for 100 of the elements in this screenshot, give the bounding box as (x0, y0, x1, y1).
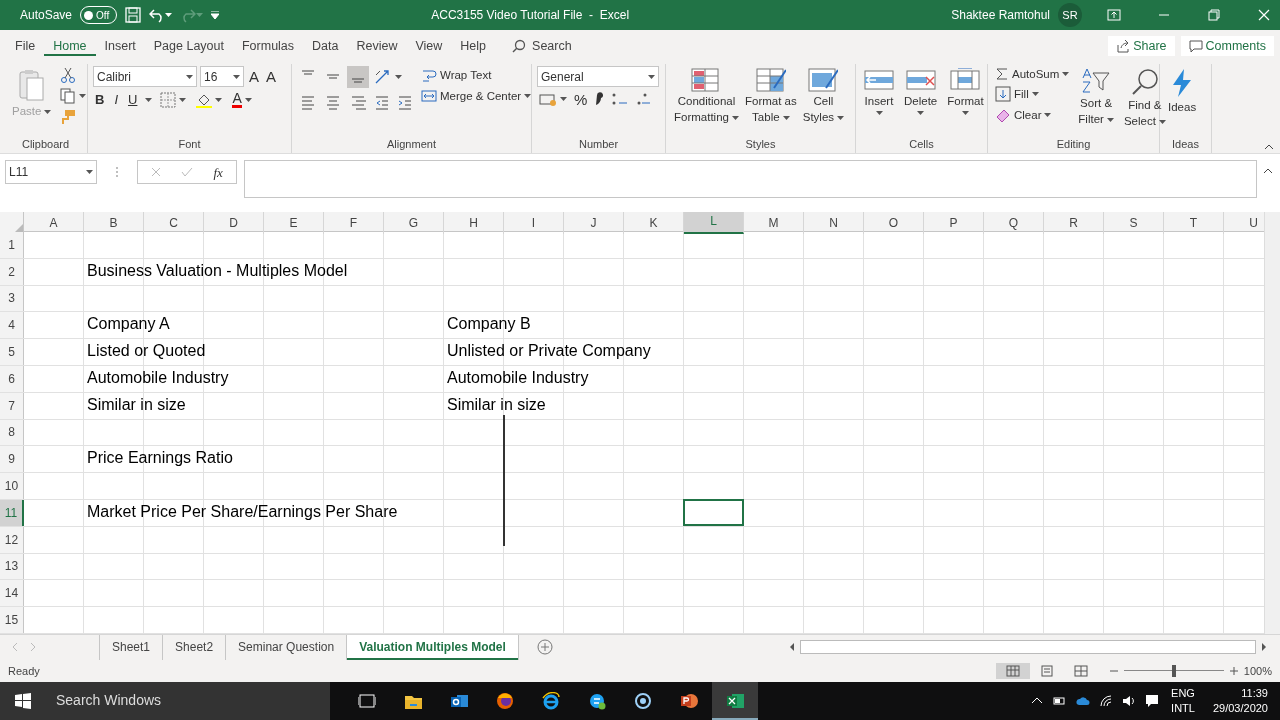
column-header[interactable]: L (684, 212, 744, 234)
chat-icon[interactable] (634, 691, 652, 710)
row-header[interactable]: 8 (0, 419, 24, 446)
underline-button[interactable]: U (126, 92, 140, 107)
column-header[interactable]: R (1044, 212, 1104, 234)
column-header[interactable]: E (264, 212, 324, 234)
clock[interactable]: 11:39 29/03/2020 (1202, 685, 1280, 716)
zoom-level[interactable]: 100% (1243, 662, 1272, 680)
column-header[interactable]: G (384, 212, 444, 234)
clear-button[interactable]: Clear (993, 106, 1072, 124)
row-header[interactable]: 7 (0, 392, 24, 419)
comma-style-icon[interactable] (594, 91, 605, 107)
task-view-icon[interactable] (358, 691, 376, 710)
ribbon-tab[interactable]: View (406, 32, 452, 60)
ribbon-tab[interactable]: Review (347, 32, 407, 60)
slides-app-icon[interactable] (680, 691, 698, 710)
search-button[interactable]: Search (503, 32, 581, 60)
ribbon-tab[interactable]: Insert (95, 32, 145, 60)
indent-icon[interactable] (374, 94, 390, 110)
align-lines-icon[interactable] (325, 94, 341, 110)
orientation-icon[interactable] (374, 69, 392, 85)
row-header[interactable]: 4 (0, 312, 24, 339)
column-header[interactable]: I (504, 212, 564, 234)
ribbon-tab[interactable]: Formulas (232, 32, 304, 60)
wifi-icon[interactable] (1098, 693, 1113, 708)
cell-styles-button[interactable]: Cell Styles (799, 66, 848, 126)
row-header[interactable]: 13 (0, 553, 24, 580)
column-header[interactable]: D (204, 212, 264, 234)
indent-icon[interactable] (397, 94, 413, 110)
ribbon-tab[interactable]: Data (303, 32, 348, 60)
column-header[interactable]: F (324, 212, 384, 234)
column-header[interactable]: O (864, 212, 924, 234)
column-header[interactable]: P (924, 212, 984, 234)
user-avatar[interactable]: SR (1058, 3, 1082, 27)
scroll-right-icon[interactable] (1260, 642, 1268, 653)
row-header[interactable]: 6 (0, 366, 24, 392)
sheet-tab[interactable]: Sheet2 (163, 634, 227, 660)
row-header[interactable]: 2 (0, 258, 24, 285)
ribbon-display-icon[interactable] (1106, 7, 1122, 23)
column-header[interactable]: Q (984, 212, 1044, 234)
notification-icon[interactable] (1144, 693, 1159, 708)
insert-function-button[interactable]: fx (211, 164, 225, 180)
sheet-tab[interactable]: Sheet1 (100, 634, 164, 660)
font-name-field[interactable]: Calibri (93, 66, 197, 87)
column-header[interactable]: S (1104, 212, 1164, 234)
font-color-button[interactable]: A (230, 90, 254, 109)
ribbon-tab[interactable]: File (6, 32, 45, 60)
cut-icon[interactable] (60, 67, 77, 83)
chat-bubble-icon[interactable] (588, 691, 606, 710)
italic-button[interactable]: I (112, 92, 120, 107)
font-size-field[interactable]: 16 (200, 66, 244, 87)
sheet-tab[interactable]: Valuation Multiples Model (347, 634, 519, 660)
row-header[interactable]: 12 (0, 526, 24, 553)
conditional-formatting-button[interactable]: Conditional Formatting (671, 66, 742, 126)
browser-globe-icon[interactable] (496, 691, 514, 710)
language-button[interactable]: ENG INTL (1163, 685, 1203, 716)
expand-formula-icon[interactable] (1263, 168, 1273, 174)
merge-center-button[interactable]: Merge & Center (419, 87, 534, 105)
column-header[interactable]: B (84, 212, 144, 234)
spreadsheet-app-icon[interactable] (726, 691, 744, 710)
shrink-font-button[interactable]: A (264, 69, 279, 84)
formula-input[interactable] (244, 160, 1257, 198)
delete-button[interactable]: Delete (901, 66, 941, 117)
percent-button[interactable]: % (572, 91, 590, 107)
scroll-left-icon[interactable] (788, 642, 796, 653)
speaker-icon[interactable] (1121, 693, 1136, 708)
column-header[interactable]: H (444, 212, 504, 234)
horizontal-scrollbar[interactable] (800, 640, 1256, 655)
page-break-icon[interactable] (1073, 664, 1088, 677)
insert-button[interactable]: Insert (861, 66, 897, 117)
name-box[interactable]: L11 (5, 160, 97, 184)
column-header[interactable]: J (564, 212, 624, 234)
taskbar-search[interactable]: Search Windows (0, 681, 330, 720)
vertical-scrollbar[interactable] (1264, 212, 1280, 634)
save-button[interactable] (125, 7, 142, 23)
align-lines-icon[interactable] (300, 94, 316, 110)
column-header[interactable]: C (144, 212, 204, 234)
normal-view-icon[interactable] (1005, 664, 1020, 677)
bold-button[interactable]: B (93, 92, 107, 107)
share-button[interactable]: Share (1108, 36, 1175, 56)
row-header[interactable]: 3 (0, 285, 24, 312)
ribbon-tab[interactable]: Page Layout (144, 32, 233, 60)
row-header[interactable]: 1 (0, 232, 24, 258)
grow-font-button[interactable]: A (247, 69, 261, 84)
comments-button[interactable]: Comments (1180, 36, 1274, 56)
ribbon-tab[interactable]: Help (451, 32, 496, 60)
add-sheet-icon[interactable] (536, 639, 553, 656)
format-button[interactable]: Format (944, 66, 987, 117)
browser-e-icon[interactable] (542, 691, 560, 710)
wrap-text-button[interactable]: Wrap Text (419, 66, 534, 84)
column-header[interactable]: N (804, 212, 864, 234)
row-header[interactable]: 11 (0, 499, 24, 526)
restore-icon[interactable] (1206, 7, 1222, 23)
copy-icon[interactable] (60, 88, 77, 104)
fill-button[interactable]: Fill (993, 85, 1072, 103)
ribbon-tab[interactable]: Home (44, 32, 96, 60)
check-icon[interactable] (181, 167, 194, 177)
row-header[interactable]: 10 (0, 473, 24, 499)
sort-filter-button[interactable]: Sort & Filter (1075, 66, 1117, 128)
undo-button[interactable] (149, 7, 173, 23)
